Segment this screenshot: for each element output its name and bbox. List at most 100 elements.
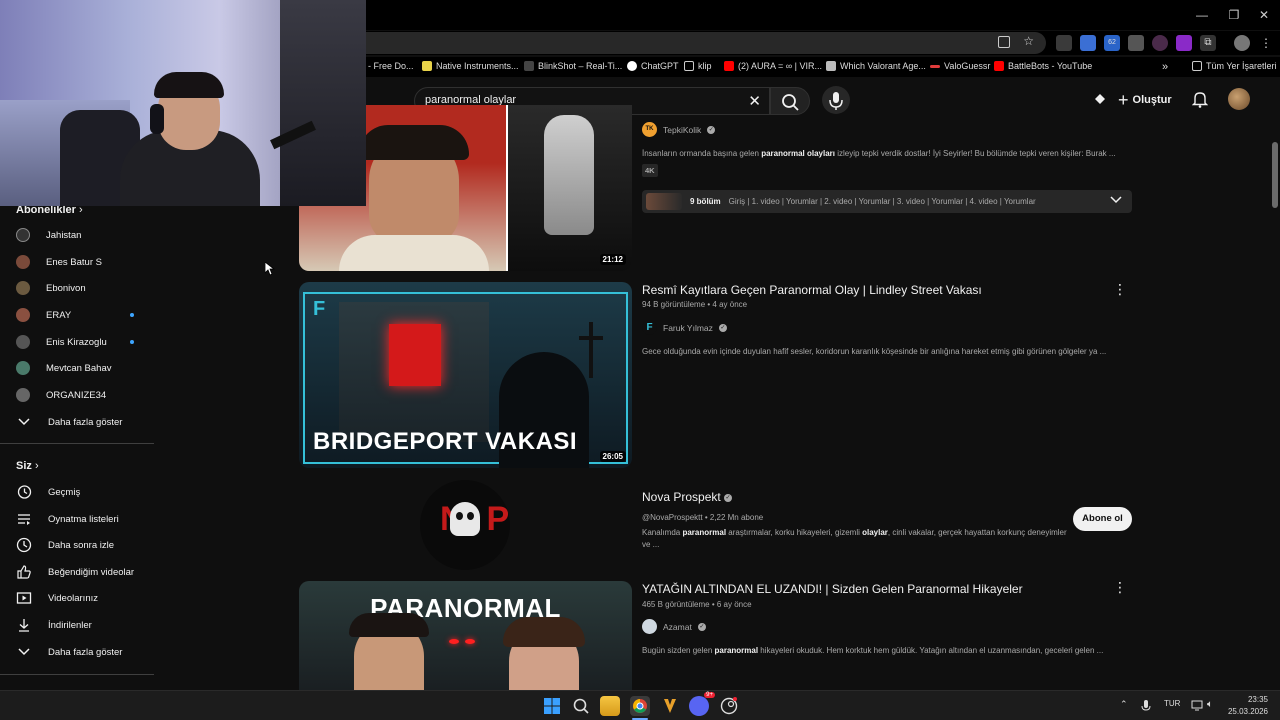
desc-highlight: paranormal	[682, 528, 727, 537]
sidebar-item-history[interactable]: Geçmiş	[16, 481, 146, 503]
more-options-icon[interactable]: ⋮	[1113, 579, 1127, 596]
channel-logo[interactable]: NP	[420, 480, 510, 570]
bookmark-item[interactable]: (2) AURA = ∞ | VIR...	[724, 61, 822, 71]
chevron-down-icon[interactable]	[1110, 196, 1122, 206]
video-duration: 26:05	[599, 451, 626, 462]
network-icon[interactable]	[1191, 699, 1203, 713]
thumbnail-logo: F	[313, 298, 326, 320]
extension-icon[interactable]	[1128, 35, 1144, 51]
thumbnail-red-eye	[465, 639, 475, 644]
profile-icon[interactable]	[1234, 35, 1250, 51]
sidebar-item-subscription[interactable]: ORGANIZE34	[16, 384, 146, 406]
channel-avatar	[16, 281, 30, 295]
translate-icon[interactable]	[1080, 35, 1096, 51]
microphone-icon[interactable]	[1141, 699, 1151, 715]
you-title-label: Siz	[16, 460, 32, 472]
show-more-you[interactable]: Daha fazla göster	[16, 641, 146, 663]
sidebar-item-subscription[interactable]: Enis Kirazoglu	[16, 331, 146, 353]
skull-eye	[456, 512, 463, 520]
bookmark-item[interactable]: klip	[684, 61, 712, 71]
steam-icon[interactable]	[719, 696, 739, 716]
bookmark-label: ValoGuessr	[944, 61, 991, 71]
sidebar-item-liked-videos[interactable]: Beğendiğim videolar	[16, 561, 146, 583]
channel-avatar	[16, 388, 30, 402]
notifications-button[interactable]	[1191, 90, 1209, 108]
system-clock[interactable]: 23:35 25.03.2026	[1228, 694, 1268, 718]
more-options-icon[interactable]: ⋮	[1113, 281, 1127, 298]
bookmark-star-icon[interactable]: ☆	[1023, 34, 1034, 48]
extension-icon[interactable]	[1152, 35, 1168, 51]
sidebar-item-watch-later[interactable]: Daha sonra izle	[16, 534, 146, 556]
account-avatar[interactable]	[1228, 88, 1250, 110]
sidebar-item-subscription[interactable]: Ebonivon	[16, 277, 146, 299]
all-bookmarks-label: Tüm Yer İşaretleri	[1206, 61, 1277, 71]
more-bookmarks-button[interactable]: »	[1162, 61, 1168, 73]
channel-link[interactable]: Azamat ✓	[642, 619, 706, 634]
volume-icon[interactable]: 🔈︎	[1207, 699, 1213, 710]
video-title[interactable]: YATAĞIN ALTINDAN EL UZANDI! | Sizden Gel…	[642, 582, 1023, 596]
sidebar-item-playlists[interactable]: Oynatma listeleri	[16, 508, 146, 530]
shorts-create-icon[interactable]	[1092, 91, 1108, 107]
microphone-icon	[829, 92, 843, 110]
windows-start-icon[interactable]	[542, 696, 562, 716]
clear-search-icon[interactable]: ✕	[748, 92, 761, 110]
chapter-thumbnail	[646, 193, 682, 210]
show-more-label: Daha fazla göster	[48, 416, 123, 428]
channel-avatar	[16, 361, 30, 375]
youtube-icon	[724, 61, 734, 71]
language-indicator[interactable]: TUR	[1164, 699, 1180, 708]
extension-icon[interactable]	[1176, 35, 1192, 51]
install-app-icon[interactable]	[998, 36, 1010, 48]
sidebar-item-subscription[interactable]: ERAY	[16, 304, 146, 326]
sidebar-item-label: Ebonivon	[46, 282, 86, 294]
tray-chevron-icon[interactable]: ⌃	[1120, 699, 1128, 710]
chrome-icon[interactable]	[630, 696, 650, 716]
search-icon[interactable]	[571, 696, 591, 716]
bookmark-item[interactable]: ChatGPT	[627, 61, 679, 71]
verified-icon: ✓	[724, 493, 733, 502]
sidebar-item-downloads[interactable]: İndirilenler	[16, 614, 146, 636]
all-bookmarks-button[interactable]: Tüm Yer İşaretleri	[1192, 61, 1277, 71]
chapters-bar[interactable]: 9 bölüm Giriş | 1. video | Yorumlar | 2.…	[642, 190, 1132, 213]
channel-avatar	[16, 228, 30, 242]
file-explorer-icon[interactable]	[600, 696, 620, 716]
sidebar-item-label: Beğendiğim videolar	[48, 566, 135, 578]
search-button[interactable]	[770, 87, 810, 115]
browser-menu-icon[interactable]: ⋮	[1258, 35, 1274, 51]
extension-icon[interactable]	[1056, 35, 1072, 51]
voice-search-button[interactable]	[822, 86, 850, 114]
create-button[interactable]: + Oluştur	[1118, 87, 1172, 113]
omnibox[interactable]: ☆	[366, 32, 1046, 54]
subscribe-button[interactable]: Abone ol	[1073, 507, 1132, 531]
scrollbar-thumb[interactable]	[1272, 142, 1278, 208]
show-more-subscriptions[interactable]: Daha fazla göster	[16, 411, 146, 433]
sidebar-item-subscription[interactable]: Mevtcan Bahav	[16, 357, 146, 379]
channel-link[interactable]: F Faruk Yılmaz ✓	[642, 320, 727, 335]
skull-eye	[467, 512, 474, 520]
bookmark-item[interactable]: Native Instruments...	[422, 61, 519, 71]
bookmark-item[interactable]: - Free Do...	[368, 61, 414, 71]
thumbs-up-icon	[16, 564, 32, 580]
clock-icon	[16, 537, 32, 553]
close-window-button[interactable]: ✕	[1254, 6, 1274, 24]
bookmark-item[interactable]: BattleBots - YouTube	[994, 61, 1092, 71]
sidebar-item-subscription[interactable]: Jahistan	[16, 224, 146, 246]
discord-icon[interactable]: 9+	[689, 692, 715, 716]
valorant-icon[interactable]	[660, 696, 680, 716]
maximize-button[interactable]: ❐	[1224, 6, 1244, 24]
video-title[interactable]: Resmî Kayıtlara Geçen Paranormal Olay | …	[642, 283, 982, 297]
sidebar-item-your-videos[interactable]: Videolarınız	[16, 587, 146, 609]
sidebar-item-subscription[interactable]: Enes Batur S	[16, 251, 146, 273]
puzzle-icon[interactable]: ⧉	[1200, 35, 1216, 51]
minimize-button[interactable]: —	[1192, 6, 1212, 24]
extension-badge-icon[interactable]: 62	[1104, 35, 1120, 51]
video-thumbnail[interactable]: F BRIDGEPORT VAKASI 26:05	[299, 282, 632, 468]
channel-title[interactable]: Nova Prospekt ✓	[642, 490, 733, 504]
bookmark-item[interactable]: BlinkShot – Real-Ti...	[524, 61, 622, 71]
bookmark-item[interactable]: Which Valorant Age...	[826, 61, 926, 71]
you-title[interactable]: Siz ›	[16, 460, 39, 472]
channel-link[interactable]: TK TepkiKolik ✓	[642, 122, 716, 137]
page-scrollbar[interactable]	[1270, 118, 1280, 690]
video-thumbnail[interactable]: PARANORMAL	[299, 581, 632, 690]
bookmark-item[interactable]: ValoGuessr	[930, 61, 990, 71]
